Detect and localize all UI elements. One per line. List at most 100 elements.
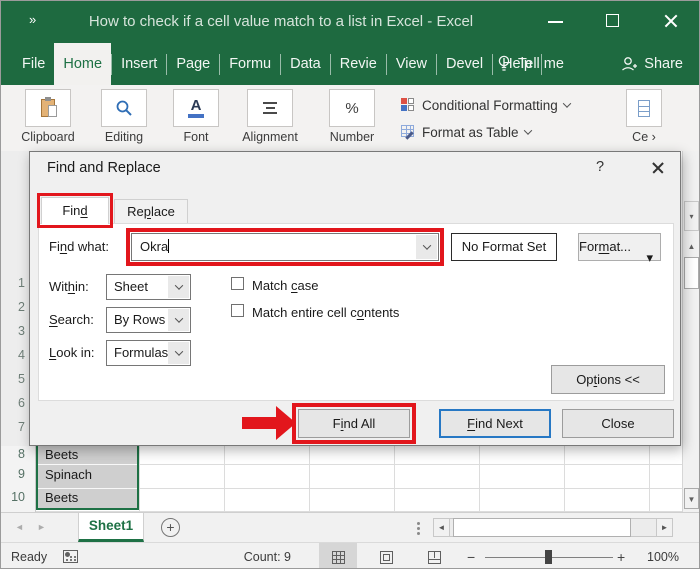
hscroll-left-icon[interactable]: ◄	[433, 518, 450, 537]
ribbon-group-number[interactable]: % Number	[321, 89, 383, 144]
look-in-value: Formulas	[114, 345, 168, 360]
dialog-help-button[interactable]: ?	[590, 159, 610, 175]
worksheet-grid[interactable]: 8 9 10 Beets Spinach Beets	[1, 446, 682, 512]
selected-range[interactable]: Beets Spinach Beets	[36, 446, 139, 510]
prev-sheet-icon[interactable]: ◄	[15, 522, 24, 532]
row-header-10[interactable]: 10	[1, 490, 25, 504]
options-button[interactable]: Options <<	[551, 365, 665, 394]
zoom-slider-thumb[interactable]	[545, 550, 552, 564]
quick-access-collapse-icon[interactable]: »	[29, 12, 36, 27]
gridline	[479, 446, 480, 512]
chevron-down-icon	[174, 281, 182, 289]
horizontal-scroll-thumb[interactable]	[453, 518, 631, 537]
ribbon-group-editing[interactable]: Editing	[93, 89, 155, 144]
row-header[interactable]: 2	[1, 300, 25, 314]
dropdown-button[interactable]	[168, 276, 189, 298]
close-dialog-button[interactable]: Close	[562, 409, 674, 438]
scroll-up-icon[interactable]: ▲	[684, 239, 699, 255]
tab-data[interactable]: Data	[281, 43, 330, 85]
add-sheet-button[interactable]: +	[161, 518, 180, 537]
label-part: ind Next	[475, 416, 523, 431]
format-button[interactable]: Format... ▾	[578, 233, 661, 261]
search-label: Search:	[49, 312, 94, 327]
ribbon-group-clipboard[interactable]: Clipboard	[17, 89, 79, 144]
close-window-button[interactable]	[649, 1, 693, 37]
excel-window: » How to check if a cell value match to …	[0, 0, 700, 569]
row-header[interactable]: 3	[1, 324, 25, 338]
tab-review[interactable]: Revie	[331, 43, 386, 85]
minimize-button[interactable]	[534, 1, 578, 37]
hscroll-right-icon[interactable]: ►	[656, 518, 673, 537]
tab-formulas[interactable]: Formu	[220, 43, 280, 85]
row-header[interactable]: 1	[1, 276, 25, 290]
row-header-9[interactable]: 9	[1, 467, 25, 481]
match-case-label: Match case	[252, 278, 318, 293]
look-in-dropdown[interactable]: Formulas	[106, 340, 191, 366]
ribbon-group-font[interactable]: A Font	[165, 89, 227, 144]
ribbon-tabs: File Home Insert Page Formu Data Revie V…	[13, 43, 542, 85]
dialog-title: Find and Replace	[47, 160, 161, 176]
zoom-out-button[interactable]: −	[467, 549, 475, 565]
gridline	[139, 446, 140, 512]
gridline	[564, 446, 565, 512]
dropdown-button[interactable]	[168, 342, 189, 364]
normal-view-button[interactable]	[319, 543, 357, 569]
row-header[interactable]: 7	[1, 420, 25, 434]
label-part: h	[68, 279, 75, 294]
search-dropdown[interactable]: By Rows	[106, 307, 191, 333]
match-entire-label: Match entire cell contents	[252, 305, 399, 320]
ribbon-group-cells[interactable]: Ce ›	[621, 89, 667, 144]
share-label: Share	[644, 56, 683, 72]
find-all-button[interactable]: Find All	[298, 409, 410, 438]
zoom-level[interactable]: 100%	[633, 550, 679, 564]
tab-replace[interactable]: Replace	[114, 199, 188, 224]
next-sheet-icon[interactable]: ►	[37, 522, 46, 532]
tab-insert[interactable]: Insert	[112, 43, 166, 85]
find-next-button[interactable]: Find Next	[439, 409, 551, 438]
tabbar-drag-handle[interactable]	[417, 522, 420, 525]
conditional-formatting-button[interactable]: Conditional Formatting	[401, 93, 570, 117]
tab-home[interactable]: Home	[54, 43, 111, 85]
page-layout-view-button[interactable]	[367, 543, 405, 569]
match-entire-checkbox[interactable]	[231, 304, 244, 317]
row-header[interactable]: 5	[1, 372, 25, 386]
within-value: Sheet	[114, 279, 148, 294]
label-part: at...	[609, 239, 631, 254]
annotation-find-what-highlight	[126, 228, 444, 266]
dropdown-button[interactable]	[168, 309, 189, 331]
match-case-checkbox[interactable]	[231, 277, 244, 290]
cells-label-text: Ce	[632, 130, 648, 144]
dialog-close-button[interactable]	[648, 158, 668, 178]
maximize-button[interactable]	[591, 1, 635, 37]
page-break-view-button[interactable]	[415, 543, 453, 569]
dialog-panel: Find what: Okra No Format Set Format... …	[38, 223, 674, 401]
within-dropdown[interactable]: Sheet	[106, 274, 191, 300]
cell-a10[interactable]: Beets	[45, 490, 78, 505]
tell-me-box[interactable]: Tell me	[497, 43, 564, 85]
tab-page-layout[interactable]: Page	[167, 43, 219, 85]
zoom-in-button[interactable]: +	[617, 549, 625, 565]
tab-file[interactable]: File	[13, 43, 54, 85]
format-dropdown-icon[interactable]: ▾	[646, 245, 653, 271]
cell-a9[interactable]: Spinach	[45, 467, 92, 482]
row-header[interactable]: 6	[1, 396, 25, 410]
format-preview-box: No Format Set	[451, 233, 557, 261]
label-part: p	[144, 204, 151, 219]
row-header-8[interactable]: 8	[1, 447, 25, 461]
sheet-tab-sheet1[interactable]: Sheet1	[78, 513, 144, 542]
vertical-scroll-thumb[interactable]	[684, 257, 699, 289]
format-as-table-button[interactable]: Format as Table	[401, 120, 570, 144]
label-part: For	[579, 239, 599, 254]
macro-record-icon[interactable]	[63, 550, 78, 563]
tab-view[interactable]: View	[387, 43, 436, 85]
ribbon-group-alignment[interactable]: Alignment	[239, 89, 301, 144]
scroll-down-icon[interactable]: ▼	[684, 488, 699, 509]
scrollbar-collapse-button[interactable]: ▾	[684, 201, 699, 231]
vertical-scrollbar[interactable]: ▾ ▲ ▼	[682, 151, 700, 512]
share-button[interactable]: Share	[620, 43, 683, 85]
row-header[interactable]: 4	[1, 348, 25, 362]
label-part: ase	[298, 278, 319, 293]
annotation-find-tab-highlight	[37, 193, 113, 228]
cell-a8[interactable]: Beets	[45, 447, 78, 462]
tab-developer[interactable]: Devel	[437, 43, 492, 85]
